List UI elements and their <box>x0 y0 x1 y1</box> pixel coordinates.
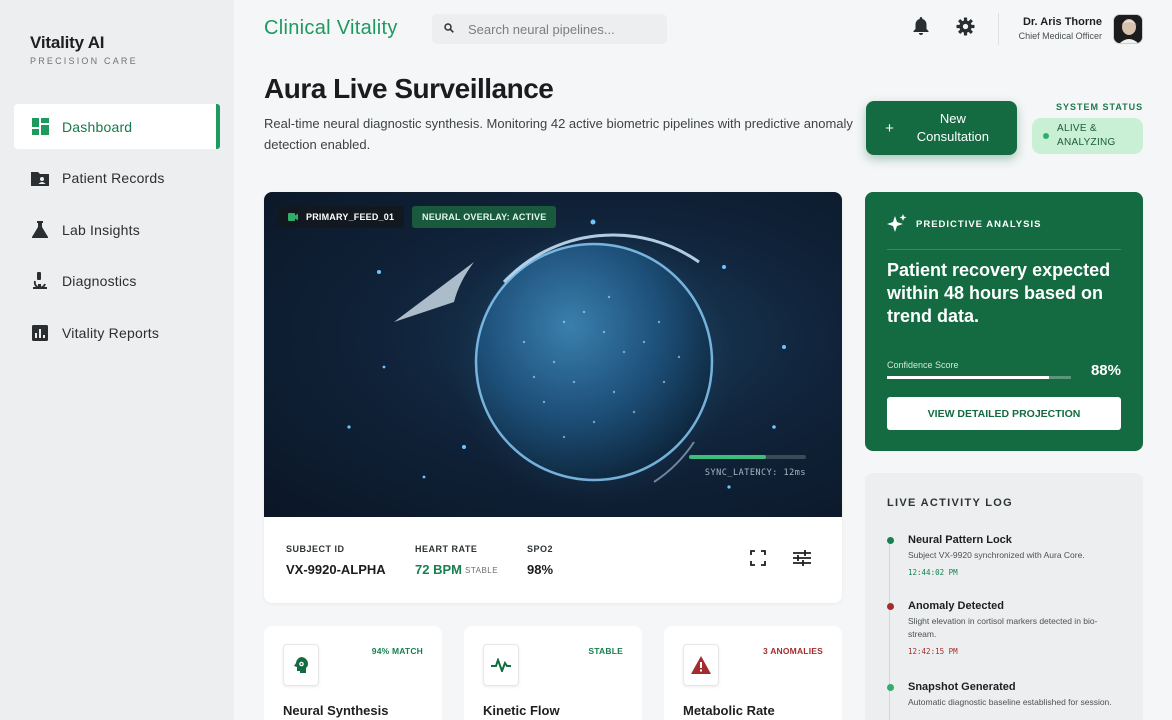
sync-progress-bar <box>689 455 806 459</box>
sidebar-item-diagnostics[interactable]: Diagnostics <box>14 259 220 304</box>
predictive-analysis-card: PREDICTIVE ANALYSIS Patient recovery exp… <box>865 192 1143 451</box>
overlay-status-label: NEURAL OVERLAY: ACTIVE <box>422 212 547 222</box>
flask-icon <box>31 221 49 239</box>
spo2-label: SPO2 <box>527 544 554 554</box>
neural-globe-view: PRIMARY_FEED_01 NEURAL OVERLAY: ACTIVE S… <box>264 192 842 517</box>
user-name: Dr. Aris Thorne <box>1022 16 1102 28</box>
avatar[interactable] <box>1113 14 1143 44</box>
metric-badge: STABLE <box>588 646 623 656</box>
prediction-text: Patient recovery expected within 48 hour… <box>887 260 1111 326</box>
app-title: Clinical Vitality <box>264 17 398 39</box>
search-input[interactable] <box>468 21 658 37</box>
metric-card-kinetic-flow[interactable]: STABLE Kinetic Flow <box>464 626 642 720</box>
settings-sliders-icon[interactable] <box>791 547 813 569</box>
predictive-analysis-title: PREDICTIVE ANALYSIS <box>916 219 1042 230</box>
plus-icon: + <box>885 119 894 137</box>
view-projection-button[interactable]: VIEW DETAILED PROJECTION <box>887 397 1121 430</box>
overlay-status-tag: NEURAL OVERLAY: ACTIVE <box>412 206 557 228</box>
new-consultation-label: New Consultation <box>916 111 990 144</box>
log-dot-icon <box>887 684 894 691</box>
divider <box>887 249 1121 250</box>
bell-icon[interactable] <box>910 15 932 37</box>
folder-user-icon <box>31 169 49 187</box>
metric-name: Kinetic Flow <box>483 703 560 718</box>
metric-card-metabolic-rate[interactable]: 3 ANOMALIES Metabolic Rate <box>664 626 842 720</box>
sync-latency: SYNC_LATENCY: 12ms <box>704 468 806 478</box>
sync-progress-fill <box>689 455 767 459</box>
log-item-desc: Subject VX-9920 synchronized with Aura C… <box>908 550 1085 560</box>
sidebar-item-label: Lab Insights <box>62 221 140 238</box>
main-nav: Dashboard Patient Records Lab Insights D… <box>14 104 220 362</box>
sparkle-icon <box>887 214 907 232</box>
log-item-title: Snapshot Generated <box>908 681 1016 693</box>
fullscreen-icon[interactable] <box>747 547 769 569</box>
spo2-value: 98% <box>527 562 554 577</box>
confidence-fill <box>887 376 1049 379</box>
heart-rate-value: 72 BPM <box>415 562 462 577</box>
header-divider <box>998 13 999 45</box>
log-item-desc: Automatic diagnostic baseline establishe… <box>908 697 1112 707</box>
heart-rate-label: HEART RATE <box>415 544 478 554</box>
predictive-analysis-header: PREDICTIVE ANALYSIS <box>887 214 1041 235</box>
warning-icon <box>683 644 719 686</box>
metric-badge: 94% MATCH <box>371 646 423 656</box>
activity-log-card: LIVE ACTIVITY LOG Neural Pattern Lock Su… <box>865 473 1143 720</box>
sidebar: Vitality AI PRECISION CARE Dashboard Pat… <box>0 0 234 720</box>
primary-feed-label: PRIMARY_FEED_01 <box>306 212 395 222</box>
log-dot-icon <box>887 603 894 610</box>
sidebar-item-label: Diagnostics <box>62 273 137 289</box>
subject-id-value: VX-9920-ALPHA <box>286 562 386 577</box>
brain-icon <box>283 644 319 686</box>
log-item-title: Anomaly Detected <box>908 600 1004 612</box>
bar-chart-icon <box>31 324 49 342</box>
subject-stats: SUBJECT ID VX-9920-ALPHA HEART RATE 72 B… <box>264 517 842 603</box>
confidence-label: Confidence Score <box>887 360 959 370</box>
log-item[interactable]: Anomaly Detected Slight elevation in cor… <box>887 600 1127 656</box>
user-role: Chief Medical Officer <box>1018 31 1102 41</box>
gear-icon[interactable] <box>954 15 976 37</box>
system-status-label: SYSTEM STATUS <box>1056 102 1144 112</box>
status-badge: ALIVE & ANALYZING <box>1032 118 1143 154</box>
search-icon <box>444 20 454 38</box>
log-item-time: 12:42:15 PM <box>908 647 958 656</box>
metric-badge: 3 ANOMALIES <box>763 646 823 656</box>
metric-card-neural-synthesis[interactable]: 94% MATCH Neural Synthesis <box>264 626 442 720</box>
sidebar-item-patient-records[interactable]: Patient Records <box>14 156 220 201</box>
sidebar-item-vitality-reports[interactable]: Vitality Reports <box>14 310 220 355</box>
activity-log-title: LIVE ACTIVITY LOG <box>887 497 1013 509</box>
log-item[interactable]: Neural Pattern Lock Subject VX-9920 sync… <box>887 534 1127 577</box>
status-dot-icon <box>1043 133 1049 139</box>
heart-rate-status: STABLE <box>465 566 499 575</box>
pulse-icon <box>483 644 519 686</box>
new-consultation-button[interactable]: + New Consultation <box>866 101 1017 155</box>
brand-tagline: PRECISION CARE <box>30 56 138 66</box>
page-title: Aura Live Surveillance <box>264 73 554 104</box>
primary-feed-tag: PRIMARY_FEED_01 <box>278 206 405 228</box>
status-text: ALIVE & ANALYZING <box>1057 123 1116 148</box>
log-item[interactable]: Snapshot Generated Automatic diagnostic … <box>887 681 1127 709</box>
log-dot-icon <box>887 537 894 544</box>
confidence-value: 88% <box>1090 362 1121 379</box>
microscope-icon <box>31 272 49 290</box>
sidebar-item-label: Vitality Reports <box>62 324 160 341</box>
brand-name: Vitality AI <box>30 33 105 52</box>
page-description: Real-time neural diagnostic synthesis. M… <box>264 116 853 152</box>
metric-name: Metabolic Rate <box>683 703 775 718</box>
search-bar[interactable] <box>432 14 667 44</box>
sidebar-item-lab-insights[interactable]: Lab Insights <box>14 207 220 252</box>
log-item-title: Neural Pattern Lock <box>908 534 1012 546</box>
log-item-desc: Slight elevation in cortisol markers det… <box>908 616 1098 639</box>
confidence-bar <box>887 376 1071 379</box>
dashboard-icon <box>31 118 49 136</box>
primary-feed-card: PRIMARY_FEED_01 NEURAL OVERLAY: ACTIVE S… <box>264 192 842 603</box>
metric-name: Neural Synthesis <box>283 703 389 718</box>
sidebar-item-label: Dashboard <box>62 118 133 135</box>
sidebar-item-dashboard[interactable]: Dashboard <box>14 104 220 149</box>
log-item-time: 12:44:02 PM <box>908 568 958 577</box>
subject-id-label: SUBJECT ID <box>286 544 345 554</box>
camera-icon <box>288 213 298 221</box>
sidebar-item-label: Patient Records <box>62 170 165 186</box>
